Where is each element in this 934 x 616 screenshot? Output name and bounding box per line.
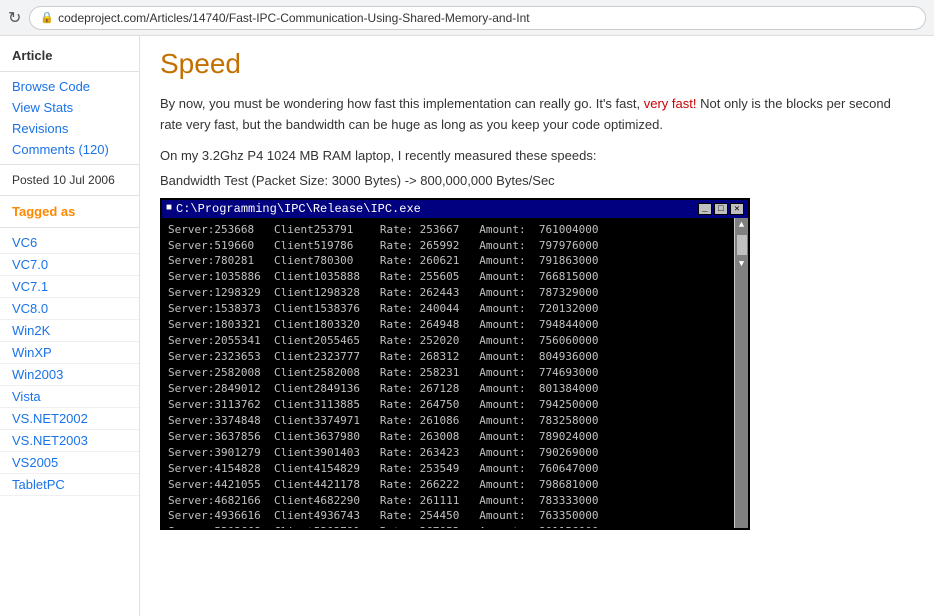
- sidebar-link-comments[interactable]: Comments (120): [0, 139, 139, 160]
- measure-paragraph: On my 3.2Ghz P4 1024 MB RAM laptop, I re…: [160, 148, 914, 163]
- url-text: codeproject.com/Articles/14740/Fast-IPC-…: [58, 11, 530, 25]
- sidebar-tag-vsnet2002[interactable]: VS.NET2002: [0, 408, 139, 430]
- console-restore-button[interactable]: □: [714, 203, 728, 215]
- console-output: Server:253668 Client253791 Rate: 253667 …: [168, 222, 742, 528]
- bandwidth-text-content: Bandwidth Test (Packet Size: 3000 Bytes)…: [160, 173, 555, 188]
- console-minimize-button[interactable]: _: [698, 203, 712, 215]
- console-window-buttons: _ □ ✕: [698, 203, 744, 215]
- address-bar[interactable]: 🔒 codeproject.com/Articles/14740/Fast-IP…: [29, 6, 926, 30]
- sidebar-posted: Posted 10 Jul 2006: [0, 169, 139, 191]
- sidebar-tagged-label: Tagged as: [0, 200, 139, 223]
- sidebar-section-title: Article: [0, 44, 139, 67]
- console-window: ■ C:\Programming\IPC\Release\IPC.exe _ □…: [160, 198, 750, 530]
- sidebar-tag-vc6[interactable]: VC6: [0, 232, 139, 254]
- intro-part1: By now, you must be wondering how fast t…: [160, 96, 644, 111]
- console-title-text: C:\Programming\IPC\Release\IPC.exe: [176, 202, 421, 216]
- sidebar-tag-vs2005[interactable]: VS2005: [0, 452, 139, 474]
- console-titlebar: ■ C:\Programming\IPC\Release\IPC.exe _ □…: [162, 200, 748, 218]
- page-body: Article Browse Code View Stats Revisions…: [0, 36, 934, 616]
- page-heading: Speed: [160, 48, 914, 80]
- sidebar-tag-vc70[interactable]: VC7.0: [0, 254, 139, 276]
- sidebar-tag-vc80[interactable]: VC8.0: [0, 298, 139, 320]
- console-app-icon: ■: [166, 203, 172, 214]
- sidebar-tag-vista[interactable]: Vista: [0, 386, 139, 408]
- console-close-button[interactable]: ✕: [730, 203, 744, 215]
- sidebar-link-revisions[interactable]: Revisions: [0, 118, 139, 139]
- scroll-up-arrow[interactable]: ▲: [738, 218, 745, 233]
- sidebar-tag-vsnet2003[interactable]: VS.NET2003: [0, 430, 139, 452]
- measure-text-content: On my 3.2Ghz P4 1024 MB RAM laptop, I re…: [160, 148, 596, 163]
- sidebar-link-browse-code[interactable]: Browse Code: [0, 76, 139, 97]
- sidebar-link-view-stats[interactable]: View Stats: [0, 97, 139, 118]
- sidebar-tag-winxp[interactable]: WinXP: [0, 342, 139, 364]
- lock-icon: 🔒: [40, 11, 54, 24]
- sidebar-tag-vc71[interactable]: VC7.1: [0, 276, 139, 298]
- intro-paragraph: By now, you must be wondering how fast t…: [160, 94, 914, 136]
- sidebar-tag-tabletpc[interactable]: TabletPC: [0, 474, 139, 496]
- sidebar: Article Browse Code View Stats Revisions…: [0, 36, 140, 616]
- intro-highlight: very fast!: [644, 96, 697, 111]
- scroll-down-arrow[interactable]: ▼: [738, 257, 745, 272]
- sidebar-tag-win2003[interactable]: Win2003: [0, 364, 139, 386]
- bandwidth-paragraph: Bandwidth Test (Packet Size: 3000 Bytes)…: [160, 173, 914, 188]
- refresh-icon[interactable]: ↻: [8, 8, 21, 28]
- console-title-left: ■ C:\Programming\IPC\Release\IPC.exe: [166, 202, 421, 216]
- scroll-thumb[interactable]: [737, 235, 747, 255]
- console-body: Server:253668 Client253791 Rate: 253667 …: [162, 218, 748, 528]
- sidebar-tag-win2k[interactable]: Win2K: [0, 320, 139, 342]
- browser-bar: ↻ 🔒 codeproject.com/Articles/14740/Fast-…: [0, 0, 934, 36]
- console-scrollbar[interactable]: ▲ ▼: [734, 218, 748, 528]
- main-content: Speed By now, you must be wondering how …: [140, 36, 934, 616]
